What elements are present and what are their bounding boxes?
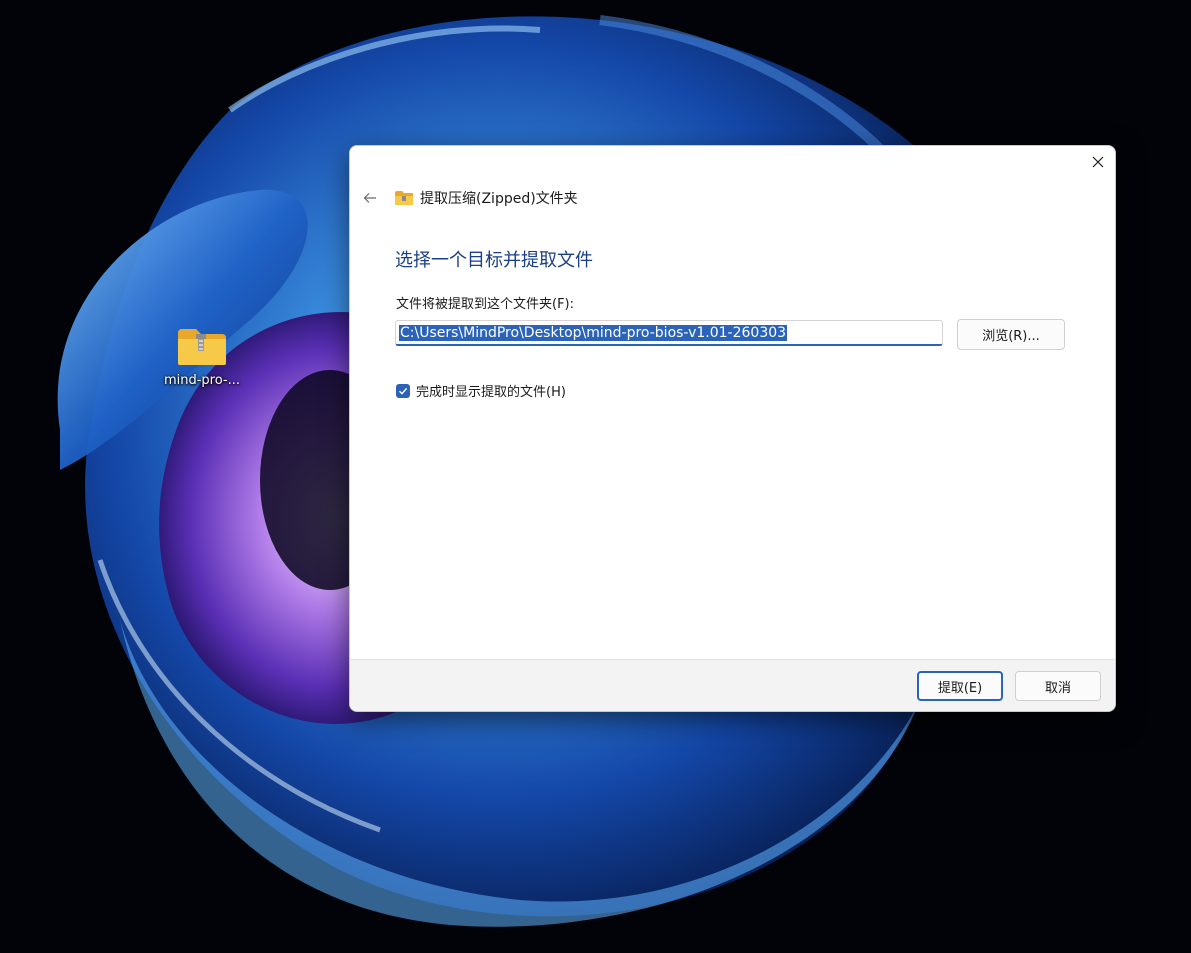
desktop-icon-label: mind-pro-... <box>163 373 241 388</box>
show-extracted-files-checkbox[interactable] <box>396 383 410 398</box>
show-extracted-files-option[interactable]: 完成时显示提取的文件(H) <box>396 381 566 400</box>
desktop-zip-file[interactable]: mind-pro-... <box>156 325 248 388</box>
dialog-title: 提取压缩(Zipped)文件夹 <box>420 191 578 207</box>
dialog-footer: 提取(E) 取消 <box>350 659 1115 711</box>
close-icon <box>1092 156 1104 168</box>
zip-folder-icon <box>395 191 413 205</box>
dialog-heading: 选择一个目标并提取文件 <box>395 250 593 271</box>
browse-button[interactable]: 浏览(R)... <box>957 319 1065 350</box>
extract-dialog: 提取压缩(Zipped)文件夹 选择一个目标并提取文件 文件将被提取到这个文件夹… <box>349 145 1116 712</box>
zip-folder-icon <box>176 325 228 367</box>
dialog-titlebar: 提取压缩(Zipped)文件夹 <box>360 186 578 210</box>
close-button[interactable] <box>1085 150 1111 174</box>
cancel-button[interactable]: 取消 <box>1015 671 1101 701</box>
destination-path-value: C:\Users\MindPro\Desktop\mind-pro-bios-v… <box>399 324 788 341</box>
destination-path-input[interactable]: C:\Users\MindPro\Desktop\mind-pro-bios-v… <box>395 320 943 346</box>
desktop-screen: mind-pro-... 提取压缩(Zipped)文件夹 选择一个目标并提取文件… <box>0 0 1191 953</box>
show-extracted-files-label: 完成时显示提取的文件(H) <box>416 385 566 400</box>
destination-path-label: 文件将被提取到这个文件夹(F): <box>396 297 575 312</box>
extract-button[interactable]: 提取(E) <box>917 671 1003 701</box>
back-button[interactable] <box>360 188 380 208</box>
back-arrow-icon <box>363 193 376 203</box>
checkmark-icon <box>399 387 408 395</box>
